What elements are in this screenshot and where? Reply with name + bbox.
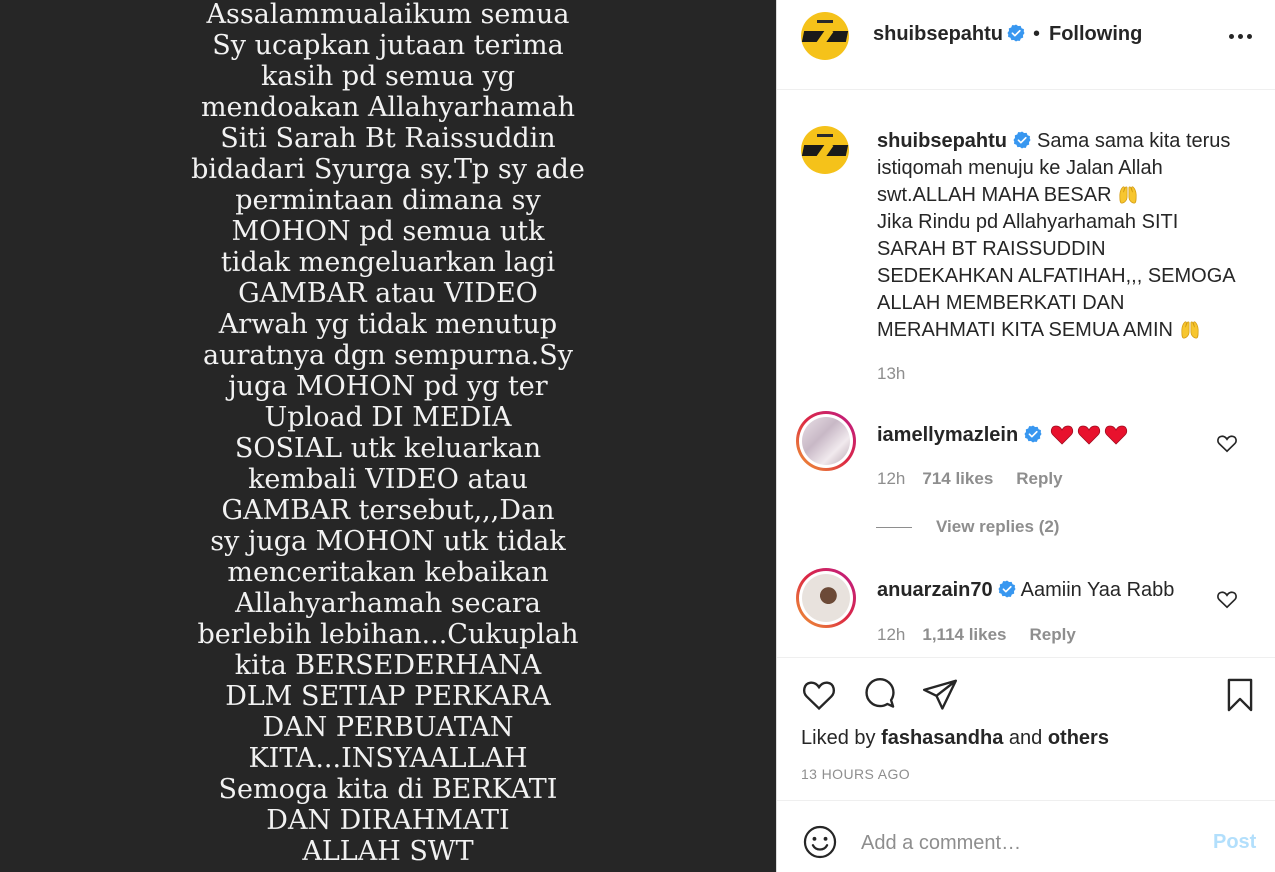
header-separator: •	[1033, 23, 1041, 45]
image-text-line: SOSIAL utk keluarkan	[234, 433, 542, 464]
image-text-line: Assalammualaikum semua	[206, 0, 570, 30]
image-text-line: bidadari Syurga sy.Tp sy ade	[191, 154, 585, 185]
comment-time[interactable]: 12h	[877, 469, 905, 488]
post-header: shuibsepahtu • Following	[777, 0, 1275, 90]
red-heart-icon	[1051, 425, 1074, 445]
post-timestamp[interactable]: 13 HOURS AGO	[801, 766, 910, 782]
raised-hands-icon	[1180, 321, 1199, 339]
caption-username[interactable]: shuibsepahtu	[877, 130, 1007, 152]
divider	[876, 527, 912, 529]
comment-text: Aamiin Yaa Rabb	[1020, 579, 1175, 601]
author-username-link[interactable]: shuibsepahtu	[873, 23, 1026, 46]
liked-by: Liked by fashasandha and others	[801, 727, 1109, 750]
comments-list[interactable]: shuibsepahtu Sama sama kita terus istiqo…	[777, 91, 1275, 657]
commenter-avatar[interactable]	[796, 411, 856, 471]
image-text-line: Arwah yg tidak menutup	[218, 309, 558, 340]
image-text-line: kita BERSEDERHANA	[234, 650, 542, 681]
comment-item: anuarzain70 Aamiin Yaa Rabb	[877, 579, 1174, 602]
comment-likes[interactable]: 1,114 likes	[922, 625, 1006, 644]
red-heart-icon	[1078, 425, 1101, 445]
image-text-line: kembali VIDEO atau	[248, 464, 528, 495]
image-text-line: KITA...INSYAALLAH	[248, 743, 528, 774]
comment-bubble-icon[interactable]	[861, 676, 899, 714]
comment-input[interactable]	[861, 823, 1191, 863]
caption-avatar[interactable]	[801, 126, 849, 174]
emoji-smiley-icon[interactable]	[801, 823, 839, 861]
image-text-line: mendoakan Allahyarhamah	[200, 92, 576, 123]
comment-meta: 12h 1,114 likes Reply	[877, 625, 1076, 645]
image-text-line: Upload DI MEDIA	[264, 402, 512, 433]
post-image-text: Assalammualaikum semua Sy ucapkan jutaan …	[0, 0, 776, 867]
image-text-line: DAN PERBUATAN	[262, 712, 514, 743]
liked-by-prefix: Liked by	[801, 727, 876, 749]
verified-badge-icon	[1024, 425, 1042, 443]
comment-username[interactable]: anuarzain70	[877, 579, 993, 601]
like-heart-icon[interactable]	[800, 676, 838, 714]
caption-time[interactable]: 13h	[877, 364, 905, 384]
red-heart-icon	[1105, 425, 1128, 445]
reply-button[interactable]: Reply	[1030, 625, 1076, 644]
comment-like-heart-icon[interactable]	[1216, 589, 1238, 609]
view-replies-label[interactable]: View replies (2)	[936, 517, 1059, 536]
image-text-line: permintaan dimana sy	[235, 185, 541, 216]
image-text-line: juga MOHON pd yg ter	[228, 371, 548, 402]
image-text-line: Allahyarhamah secara	[235, 588, 541, 619]
verified-badge-icon	[998, 580, 1016, 598]
image-text-line: Siti Sarah Bt Raissuddin	[220, 123, 556, 154]
post-actions: Liked by fashasandha and others 13 HOURS…	[777, 657, 1275, 800]
commenter-avatar[interactable]	[796, 568, 856, 628]
image-text-line: MOHON pd semua utk	[231, 216, 545, 247]
more-options-icon[interactable]	[1229, 26, 1253, 46]
image-text-line: menceritakan kebaikan	[227, 557, 549, 588]
liked-by-user[interactable]: fashasandha	[881, 727, 1003, 749]
comment-likes[interactable]: 714 likes	[922, 469, 993, 488]
save-bookmark-icon[interactable]	[1221, 676, 1259, 714]
add-comment-bar: Post	[777, 800, 1275, 872]
caption: shuibsepahtu Sama sama kita terus istiqo…	[877, 128, 1247, 344]
image-text-line: Sy ucapkan jutaan terima	[212, 30, 564, 61]
post-image[interactable]: Assalammualaikum semua Sy ucapkan jutaan …	[0, 0, 776, 872]
following-button[interactable]: Following	[1049, 23, 1142, 46]
comment-like-heart-icon[interactable]	[1216, 433, 1238, 453]
post-comment-button[interactable]: Post	[1213, 831, 1256, 854]
image-text-line: GAMBAR tersebut,,,Dan	[221, 495, 555, 526]
image-text-line: sy juga MOHON utk tidak	[210, 526, 566, 557]
comment-time[interactable]: 12h	[877, 625, 905, 644]
image-text-line: berlebih lebihan...Cukuplah	[197, 619, 579, 650]
author-avatar[interactable]	[801, 12, 849, 60]
image-text-line: Semoga kita di BERKATI	[218, 774, 558, 805]
image-text-line: DAN DIRAHMATI	[266, 805, 510, 836]
view-replies-button[interactable]: View replies (2)	[876, 517, 1059, 537]
share-send-icon[interactable]	[921, 676, 959, 714]
raised-hands-icon	[1119, 186, 1137, 204]
author-username[interactable]: shuibsepahtu	[873, 23, 1003, 45]
image-text-line: tidak mengeluarkan lagi	[220, 247, 556, 278]
image-text-line: kasih pd semua yg	[260, 61, 516, 92]
liked-by-and: and	[1008, 727, 1043, 749]
verified-badge-icon	[1013, 131, 1031, 149]
image-text-line: ALLAH SWT	[302, 836, 474, 867]
liked-by-others[interactable]: others	[1048, 727, 1109, 749]
image-text-line: DLM SETIAP PERKARA	[225, 681, 551, 712]
comment-meta: 12h 714 likes Reply	[877, 469, 1063, 489]
verified-badge-icon	[1007, 24, 1026, 42]
comment-item: iamellymazlein	[877, 423, 1128, 447]
image-text-line: GAMBAR atau VIDEO	[238, 278, 538, 309]
image-text-line: auratnya dgn sempurna.Sy	[202, 340, 574, 371]
post-detail-panel: shuibsepahtu • Following shuibsepahtu Sa…	[776, 0, 1275, 872]
comment-username[interactable]: iamellymazlein	[877, 424, 1018, 446]
reply-button[interactable]: Reply	[1016, 469, 1062, 488]
